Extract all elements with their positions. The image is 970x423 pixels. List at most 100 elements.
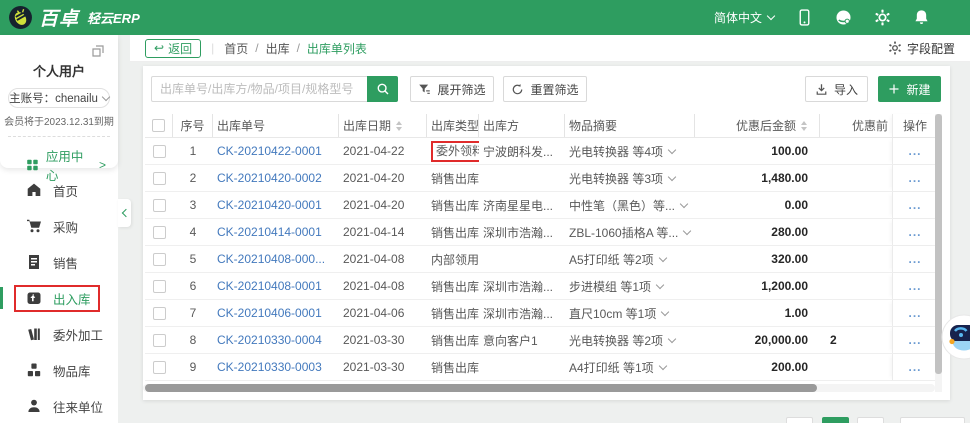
gear-icon[interactable] xyxy=(874,9,891,26)
divider: | xyxy=(211,41,214,55)
row-checkbox[interactable] xyxy=(153,253,166,266)
sidebar-item-label: 出入库 xyxy=(53,289,91,308)
row-checkbox[interactable] xyxy=(153,307,166,320)
pagination-next-button[interactable] xyxy=(857,417,884,423)
row-actions-button[interactable]: ... xyxy=(908,252,921,266)
row-index: 2 xyxy=(173,165,213,191)
row-index: 9 xyxy=(173,354,213,380)
sort-icon[interactable] xyxy=(396,121,402,131)
select-all-checkbox[interactable] xyxy=(152,119,165,132)
filter-funnel-icon xyxy=(418,83,431,96)
customer-service-chat-icon[interactable] xyxy=(835,9,852,26)
sidebar-item-items[interactable]: 物品库 xyxy=(0,352,118,388)
search-input[interactable] xyxy=(151,76,367,102)
row-actions-button[interactable]: ... xyxy=(908,306,921,320)
language-selector[interactable]: 简体中文 xyxy=(714,9,774,26)
row-index: 7 xyxy=(173,300,213,326)
robot-assistant-icon[interactable] xyxy=(941,314,970,360)
search-button[interactable] xyxy=(367,76,398,102)
sidebar-item-label: 物品库 xyxy=(53,361,91,380)
order-number-link[interactable]: CK-20210414-0001 xyxy=(217,225,322,239)
col-header-no: 序号 xyxy=(173,114,213,137)
chevron-down-icon[interactable] xyxy=(668,334,676,342)
reset-filter-button[interactable]: 重置筛选 xyxy=(503,76,587,102)
row-actions-button[interactable]: ... xyxy=(908,198,921,212)
order-number-link[interactable]: CK-20210408-000... xyxy=(217,252,325,266)
table-row: 6CK-20210408-00012021-04-08销售出库深圳市浩瀚...步… xyxy=(145,273,937,300)
breadcrumb-home[interactable]: 首页 xyxy=(224,40,248,57)
pagination-current-page[interactable] xyxy=(822,417,849,423)
row-checkbox[interactable] xyxy=(153,172,166,185)
order-number-link[interactable]: CK-20210420-0001 xyxy=(217,198,322,212)
row-checkbox[interactable] xyxy=(153,199,166,212)
outbound-party: 意向客户1 xyxy=(479,327,565,353)
sidebar-collapse-button[interactable] xyxy=(118,199,131,227)
col-header-date[interactable]: 出库日期 xyxy=(339,114,427,137)
sidebar-item-partners[interactable]: 往来单位 xyxy=(0,388,118,423)
sidebar-item-warehouse[interactable]: 出入库 xyxy=(0,280,118,316)
import-button[interactable]: 导入 xyxy=(805,76,868,102)
order-number-link[interactable]: CK-20210330-0004 xyxy=(217,333,322,347)
chevron-down-icon[interactable] xyxy=(683,226,691,234)
sidebar-user-card: 个人用户 主账号：chenailu 会员将于2023.12.31到期 应用中心 … xyxy=(0,35,118,168)
chevron-down-icon[interactable] xyxy=(658,253,666,261)
membership-expiry-note: 会员将于2023.12.31到期 xyxy=(3,114,115,128)
row-actions-button[interactable]: ... xyxy=(908,171,921,185)
order-number-link[interactable]: CK-20210406-0001 xyxy=(217,306,322,320)
chevron-down-icon[interactable] xyxy=(661,307,669,315)
row-checkbox[interactable] xyxy=(153,145,166,158)
order-number-link[interactable]: CK-20210422-0001 xyxy=(217,144,322,158)
sidebar-item-home[interactable]: 首页 xyxy=(0,172,118,208)
mobile-phone-icon[interactable] xyxy=(796,9,813,26)
chevron-down-icon[interactable] xyxy=(656,280,664,288)
horizontal-scrollbar-thumb[interactable] xyxy=(145,384,817,392)
item-summary: ZBL-1060插格A 等... xyxy=(569,224,678,241)
outbound-date: 2021-03-30 xyxy=(339,327,427,353)
chevron-down-icon[interactable] xyxy=(668,172,676,180)
col-header-summary: 物品摘要 xyxy=(565,114,695,137)
outbound-table: 序号 出库单号 出库日期 出库类型 出库方 物品摘要 优惠后金额 优惠前 操作 … xyxy=(145,114,937,381)
chevron-down-icon[interactable] xyxy=(658,361,666,369)
row-actions-button[interactable]: ... xyxy=(908,225,921,239)
account-selector[interactable]: 主账号：chenailu xyxy=(8,88,110,108)
chevron-down-icon[interactable] xyxy=(680,199,688,207)
amount-after-discount: 200.00 xyxy=(771,360,808,374)
sidebar: 个人用户 主账号：chenailu 会员将于2023.12.31到期 应用中心 … xyxy=(0,35,118,423)
pagination-prev-button[interactable] xyxy=(786,417,813,423)
order-number-link[interactable]: CK-20210408-0001 xyxy=(217,279,322,293)
outbound-type: 销售出库 xyxy=(427,354,479,380)
sort-icon[interactable] xyxy=(801,121,807,131)
chevron-down-icon[interactable] xyxy=(668,145,676,153)
create-button[interactable]: 新建 xyxy=(878,76,941,102)
sidebar-item-sales[interactable]: 销售 xyxy=(0,244,118,280)
back-arrow-icon: ↩ xyxy=(154,41,164,55)
row-checkbox[interactable] xyxy=(153,361,166,374)
bell-icon[interactable] xyxy=(913,9,930,26)
expand-filter-button[interactable]: 展开筛选 xyxy=(410,76,494,102)
outbound-date: 2021-04-08 xyxy=(339,273,427,299)
sidebar-item-label: 销售 xyxy=(53,253,78,272)
sidebar-item-outsource[interactable]: 委外加工 xyxy=(0,316,118,352)
order-number-link[interactable]: CK-20210330-0003 xyxy=(217,360,322,374)
col-header-amount-after[interactable]: 优惠后金额 xyxy=(695,114,820,137)
row-actions-button[interactable]: ... xyxy=(908,360,921,374)
back-button[interactable]: ↩ 返回 xyxy=(145,39,201,58)
qr-scan-icon[interactable] xyxy=(90,43,106,59)
field-config-button[interactable]: 字段配置 xyxy=(888,40,955,57)
item-summary: 光电转换器 等4项 xyxy=(569,143,663,160)
row-checkbox[interactable] xyxy=(153,226,166,239)
page-size-select[interactable] xyxy=(900,417,965,423)
row-actions-button[interactable]: ... xyxy=(908,333,921,347)
horizontal-scrollbar[interactable] xyxy=(143,384,935,392)
search-icon xyxy=(376,82,390,96)
row-checkbox[interactable] xyxy=(153,334,166,347)
sidebar-item-purchase[interactable]: 采购 xyxy=(0,208,118,244)
row-checkbox[interactable] xyxy=(153,280,166,293)
row-actions-button[interactable]: ... xyxy=(908,279,921,293)
amount-after-discount: 20,000.00 xyxy=(755,333,808,347)
table-body: 1CK-20210422-00012021-04-22委外领料宁波朗科发...光… xyxy=(145,138,937,381)
breadcrumb-outbound[interactable]: 出库 xyxy=(266,40,290,57)
row-actions-button[interactable]: ... xyxy=(908,144,921,158)
order-number-link[interactable]: CK-20210420-0002 xyxy=(217,171,322,185)
breadcrumb-current: 出库单列表 xyxy=(307,40,367,57)
